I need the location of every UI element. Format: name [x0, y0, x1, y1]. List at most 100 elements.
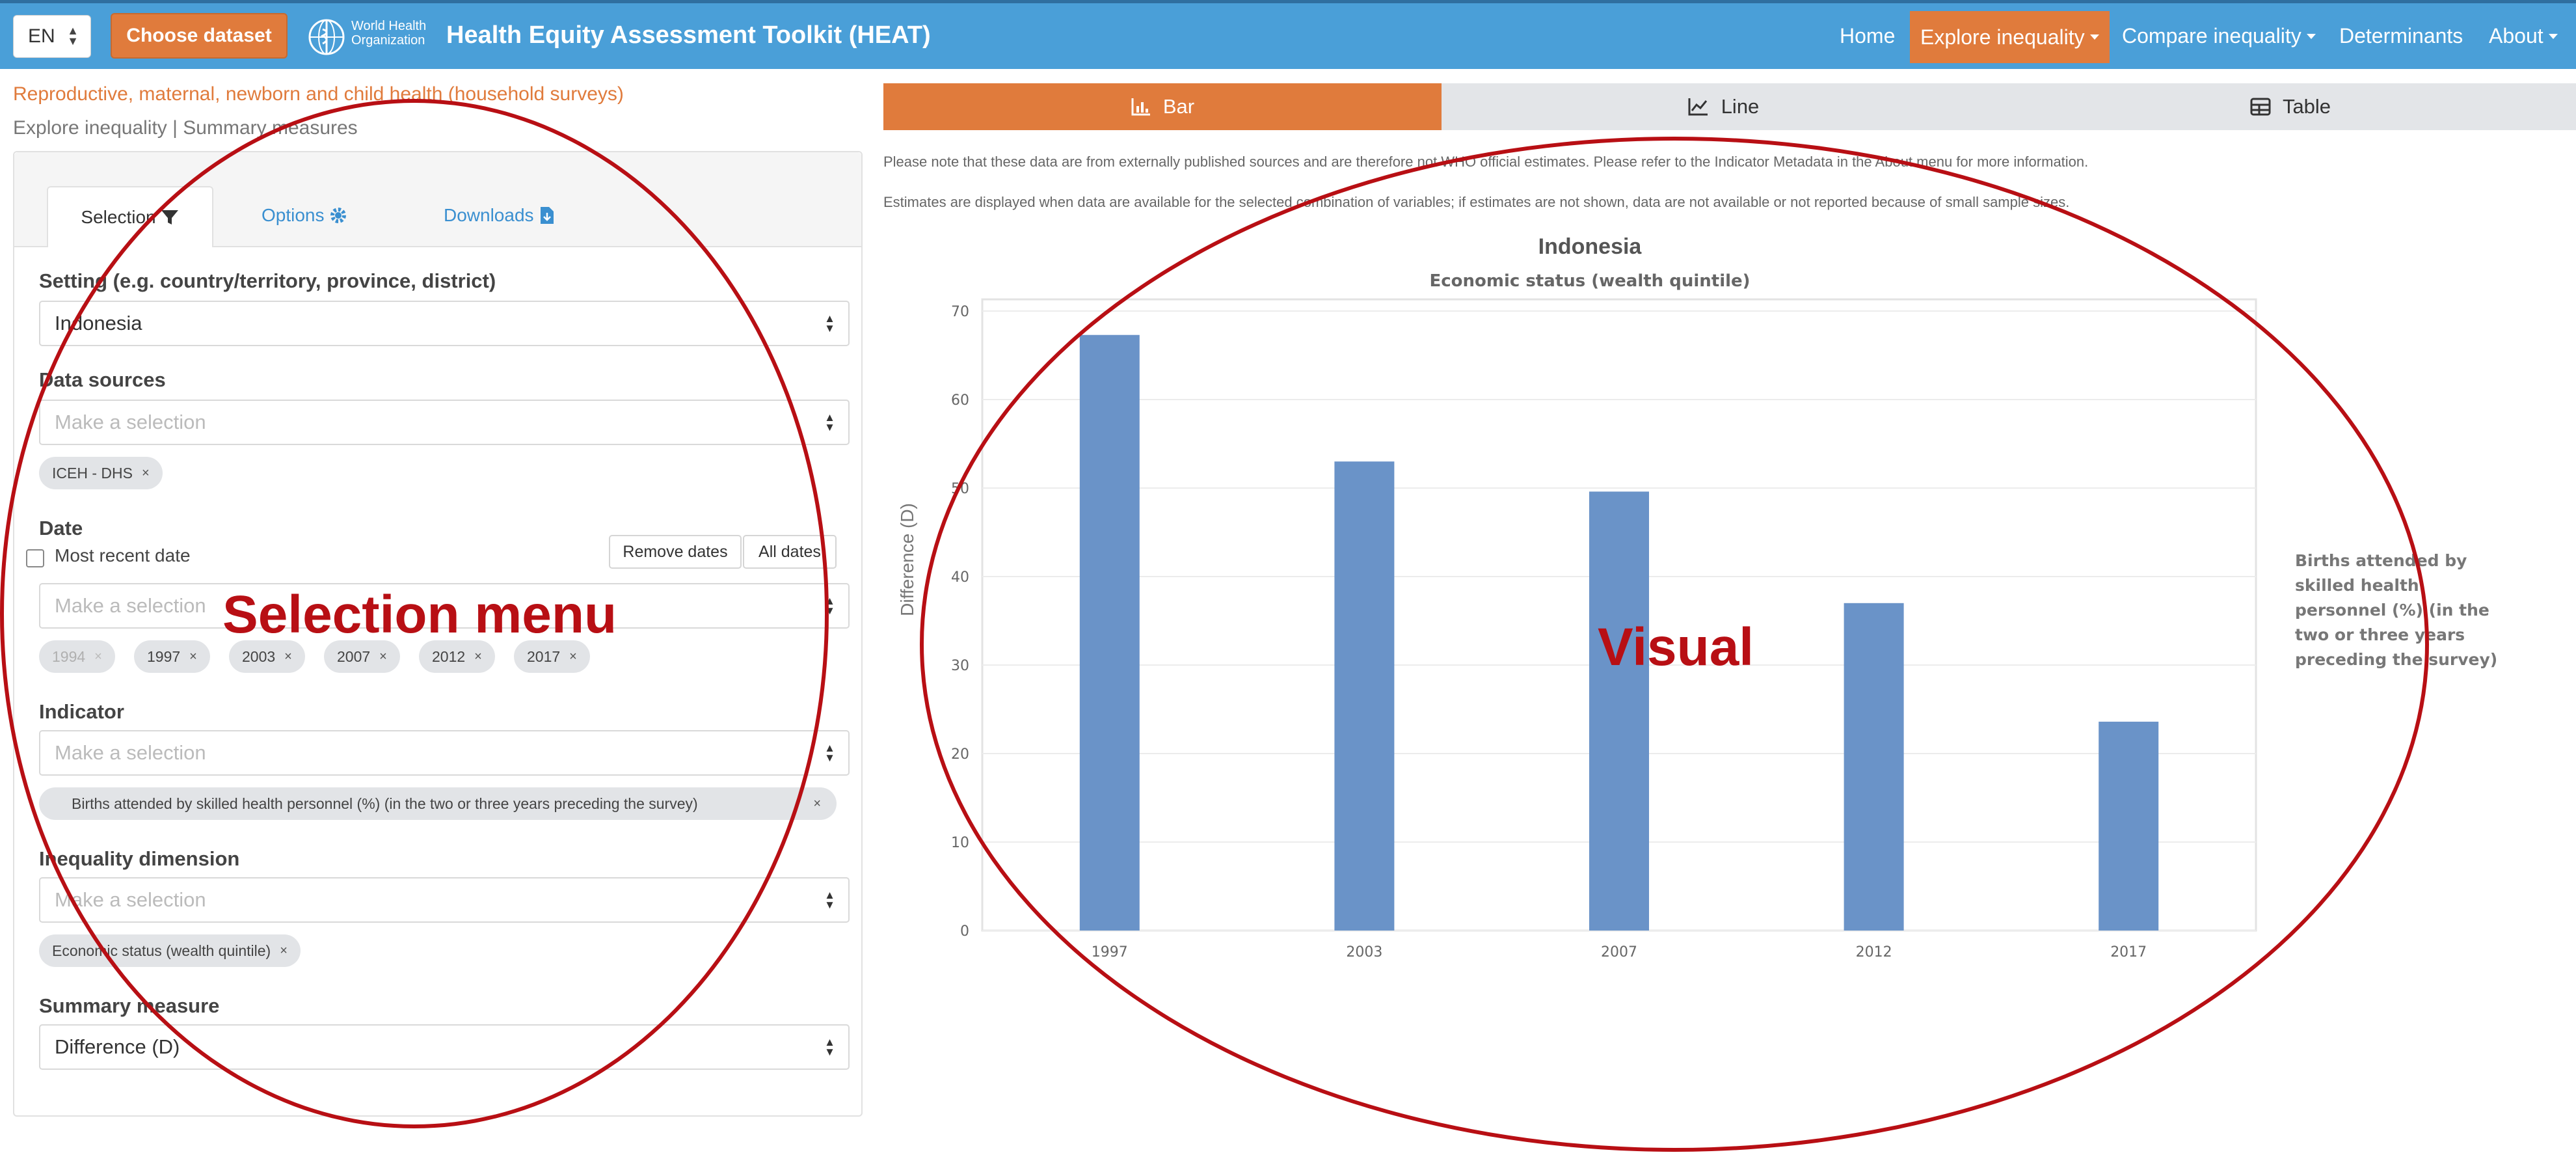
y-axis-ticks: 0 10 20 30 40 50 60 70 — [951, 304, 969, 940]
data-sources-placeholder: Make a selection — [55, 411, 206, 433]
indicator-label: Indicator — [39, 700, 124, 723]
remove-chip-icon[interactable]: × — [379, 649, 387, 664]
all-dates-button[interactable]: All dates — [743, 535, 837, 569]
line-chart-icon — [1688, 98, 1708, 116]
inequality-dimension-select[interactable]: Make a selection ▲ ▼ — [39, 877, 850, 923]
y-tick-label: 50 — [951, 481, 969, 497]
y-tick-label: 60 — [951, 392, 969, 409]
chevron-down-icon — [2089, 34, 2099, 40]
chip-label: 2003 — [242, 647, 276, 665]
nav-compare-inequality[interactable]: Compare inequality — [2122, 3, 2316, 69]
tab-bar-label: Bar — [1162, 95, 1195, 118]
remove-chip-icon[interactable]: × — [189, 649, 197, 664]
nav-home[interactable]: Home — [1840, 3, 1895, 69]
filter-icon — [161, 210, 178, 225]
remove-chip-icon[interactable]: × — [474, 649, 482, 664]
inequality-dimension-chip[interactable]: Economic status (wealth quintile) × — [39, 934, 301, 967]
app-title: Health Equity Assessment Toolkit (HEAT) — [446, 21, 931, 49]
choose-dataset-button[interactable]: Choose dataset — [111, 13, 288, 59]
tab-table-label: Table — [2282, 95, 2331, 118]
select-arrows-icon: ▲ ▼ — [67, 24, 79, 48]
data-sources-select[interactable]: Make a selection ▲ ▼ — [39, 400, 850, 445]
tab-selection[interactable]: Selection — [47, 186, 213, 247]
tab-table[interactable]: Table — [2005, 83, 2576, 130]
summary-measure-value: Difference (D) — [55, 1035, 180, 1058]
nav-about[interactable]: About — [2489, 3, 2558, 69]
select-arrows-icon: ▲ ▼ — [824, 312, 835, 334]
most-recent-date-checkbox[interactable] — [26, 549, 44, 567]
x-tick-label: 2017 — [2110, 944, 2147, 960]
date-placeholder: Make a selection — [55, 594, 206, 617]
visual-annotation: Visual — [1598, 618, 1754, 677]
gear-icon — [330, 208, 346, 223]
chart-subtitle: Economic status (wealth quintile) — [1429, 271, 1750, 291]
tab-downloads[interactable]: Downloads — [444, 185, 555, 246]
select-arrows-icon: ▲ ▼ — [824, 742, 835, 764]
y-tick-label: 10 — [951, 835, 969, 851]
bar-chart-icon — [1131, 98, 1150, 116]
chevron-down-icon — [2306, 33, 2316, 39]
nav-explore-inequality[interactable]: Explore inequality — [1910, 11, 2110, 63]
x-tick-label: 2003 — [1346, 944, 1382, 960]
legend-line: Births attended by — [2295, 551, 2467, 570]
indicator-placeholder: Make a selection — [55, 741, 206, 764]
selection-menu-annotation: Selection menu — [222, 585, 617, 644]
remove-dates-button[interactable]: Remove dates — [609, 535, 742, 569]
language-select[interactable]: EN ▲ ▼ — [13, 15, 91, 58]
availability-note: Estimates are displayed when data are av… — [883, 194, 2070, 210]
nav-compare-label: Compare inequality — [2122, 24, 2301, 48]
panel-tabs: Selection Options Downloads — [14, 152, 861, 247]
chevron-down-icon — [2548, 33, 2558, 39]
tab-line-chart[interactable]: Line — [1442, 83, 2005, 130]
top-navbar: EN ▲ ▼ Choose dataset World Health Organi… — [0, 0, 2576, 69]
tab-bar-chart[interactable]: Bar — [883, 83, 1442, 130]
remove-chip-icon[interactable]: × — [94, 649, 102, 664]
tab-line-label: Line — [1721, 95, 1760, 118]
select-arrows-icon: ▲ ▼ — [824, 889, 835, 911]
bar[interactable] — [1844, 603, 1904, 931]
remove-chip-icon[interactable]: × — [142, 466, 150, 481]
x-tick-label: 2007 — [1601, 944, 1637, 960]
summary-measure-label: Summary measure — [39, 994, 220, 1017]
remove-chip-icon[interactable]: × — [813, 796, 821, 811]
data-source-chip[interactable]: ICEH - DHS × — [39, 457, 163, 489]
remove-chip-icon[interactable]: × — [569, 649, 577, 664]
tab-selection-label: Selection — [81, 207, 156, 227]
bar[interactable] — [1079, 334, 1140, 931]
date-chip[interactable]: 1994 × — [39, 640, 115, 673]
chip-label: ICEH - DHS — [52, 464, 133, 482]
setting-select[interactable]: Indonesia ▲ ▼ — [39, 301, 850, 346]
chip-label: 1994 — [52, 647, 86, 665]
legend-indicator-label: Births attended by skilled health personne… — [2295, 551, 2497, 669]
bar[interactable] — [2099, 722, 2159, 931]
remove-chip-icon[interactable]: × — [280, 944, 288, 959]
tab-options-label: Options — [262, 205, 325, 225]
who-logo-icon — [308, 19, 345, 55]
chip-label: 2017 — [527, 647, 561, 665]
chip-label: 1997 — [147, 647, 181, 665]
indicator-select[interactable]: Make a selection ▲ ▼ — [39, 730, 850, 776]
nav-about-label: About — [2489, 24, 2543, 48]
remove-chip-icon[interactable]: × — [284, 649, 292, 664]
y-tick-label: 20 — [951, 746, 969, 763]
legend-line: two or three years — [2295, 625, 2465, 644]
y-tick-label: 30 — [951, 658, 969, 674]
legend-line: skilled health — [2295, 576, 2419, 595]
y-tick-label: 40 — [951, 569, 969, 586]
tab-options[interactable]: Options — [262, 185, 348, 246]
y-tick-label: 70 — [951, 304, 969, 320]
bar[interactable] — [1589, 491, 1649, 931]
bar-chart: Indonesia Economic status (wealth quinti… — [897, 234, 2497, 960]
nav-determinants[interactable]: Determinants — [2339, 3, 2463, 69]
indicator-chip[interactable]: Births attended by skilled health person… — [39, 787, 837, 820]
y-axis-label: Difference (D) — [897, 503, 917, 616]
bar[interactable] — [1334, 461, 1395, 931]
legend-line: preceding the survey) — [2295, 650, 2497, 669]
x-axis-ticks: 1997 2003 2007 2012 2017 — [1092, 944, 2147, 960]
date-chip[interactable]: 1997 × — [134, 640, 210, 673]
date-label: Date — [39, 517, 83, 539]
chip-label: 2007 — [337, 647, 371, 665]
nav-explore-label: Explore inequality — [1920, 25, 2085, 49]
summary-measure-select[interactable]: Difference (D) ▲ ▼ — [39, 1024, 850, 1070]
language-value: EN — [28, 25, 55, 47]
